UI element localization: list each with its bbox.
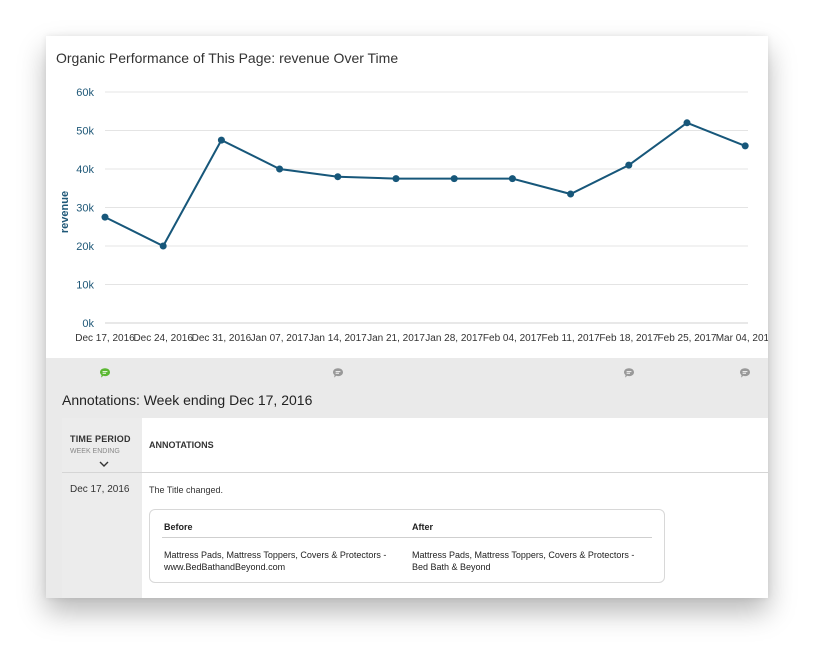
row-date: Dec 17, 2016 xyxy=(70,484,130,495)
revenue-line-chart: 0k10k20k30k40k50k60krevenueDec 17, 2016D… xyxy=(59,87,768,344)
x-tick-label: Feb 11, 2017 xyxy=(541,333,600,344)
x-tick-label: Dec 31, 2016 xyxy=(192,333,252,344)
data-point[interactable] xyxy=(683,119,691,127)
y-tick-label: 20k xyxy=(76,241,94,253)
after-value: Mattress Pads, Mattress Toppers, Covers … xyxy=(412,549,634,573)
y-tick-label: 50k xyxy=(76,126,94,138)
x-tick-label: Jan 14, 2017 xyxy=(309,333,367,344)
report-card: Organic Performance of This Page: revenu… xyxy=(46,36,768,598)
data-point[interactable] xyxy=(567,190,575,198)
speech-bubble-icon[interactable] xyxy=(332,367,344,379)
chevron-down-icon[interactable] xyxy=(99,461,109,468)
speech-bubble-icon[interactable] xyxy=(623,367,635,379)
y-tick-label: 10k xyxy=(76,280,94,292)
x-tick-label: Jan 28, 2017 xyxy=(425,333,483,344)
data-point[interactable] xyxy=(450,175,458,183)
data-point[interactable] xyxy=(334,173,342,181)
header-divider xyxy=(62,472,768,473)
speech-bubble-icon[interactable] xyxy=(99,367,111,379)
before-value: Mattress Pads, Mattress Toppers, Covers … xyxy=(164,549,386,573)
x-tick-label: Dec 24, 2016 xyxy=(133,333,193,344)
data-point[interactable] xyxy=(217,136,225,144)
y-axis-label: revenue xyxy=(59,191,71,233)
box-divider xyxy=(162,537,652,538)
after-label: After xyxy=(412,522,434,532)
data-point[interactable] xyxy=(508,175,516,183)
data-point[interactable] xyxy=(392,175,400,183)
x-tick-label: Feb 25, 2017 xyxy=(658,333,717,344)
x-tick-label: Dec 17, 2016 xyxy=(75,333,135,344)
x-tick-label: Feb 18, 2017 xyxy=(599,333,658,344)
annotation-text: The Title changed. xyxy=(149,485,224,495)
data-point[interactable] xyxy=(741,142,749,150)
before-value-line1: Mattress Pads, Mattress Toppers, Covers … xyxy=(164,550,387,560)
after-value-line2: Bed Bath & Beyond xyxy=(412,562,491,572)
y-tick-label: 30k xyxy=(76,203,94,215)
data-point[interactable] xyxy=(159,242,167,250)
data-point[interactable] xyxy=(101,213,109,221)
after-value-line1: Mattress Pads, Mattress Toppers, Covers … xyxy=(412,550,635,560)
y-tick-label: 40k xyxy=(76,164,94,176)
x-tick-label: Feb 04, 2017 xyxy=(483,333,542,344)
annotations-panel: Annotations: Week ending Dec 17, 2016 TI… xyxy=(46,358,768,598)
week-ending-subheader: WEEK ENDING xyxy=(70,448,120,455)
time-period-column xyxy=(62,418,142,598)
series-line xyxy=(104,121,746,248)
title-change-box: Before After Mattress Pads, Mattress Top… xyxy=(149,509,665,583)
data-point[interactable] xyxy=(625,161,633,169)
before-value-line2: www.BedBathandBeyond.com xyxy=(164,562,286,572)
before-label: Before xyxy=(164,522,193,532)
x-tick-label: Mar 04, 2017 xyxy=(716,333,768,344)
annotations-heading: Annotations: Week ending Dec 17, 2016 xyxy=(62,392,313,408)
time-period-header[interactable]: TIME PERIOD xyxy=(70,434,131,444)
data-point[interactable] xyxy=(276,165,284,173)
speech-bubble-icon[interactable] xyxy=(739,367,751,379)
y-tick-label: 0k xyxy=(82,318,94,330)
x-tick-label: Jan 21, 2017 xyxy=(367,333,425,344)
y-tick-label: 60k xyxy=(76,87,94,99)
annotations-table: TIME PERIOD WEEK ENDING ANNOTATIONS Dec … xyxy=(62,418,768,598)
annotations-header: ANNOTATIONS xyxy=(149,440,214,450)
x-tick-label: Jan 07, 2017 xyxy=(251,333,309,344)
